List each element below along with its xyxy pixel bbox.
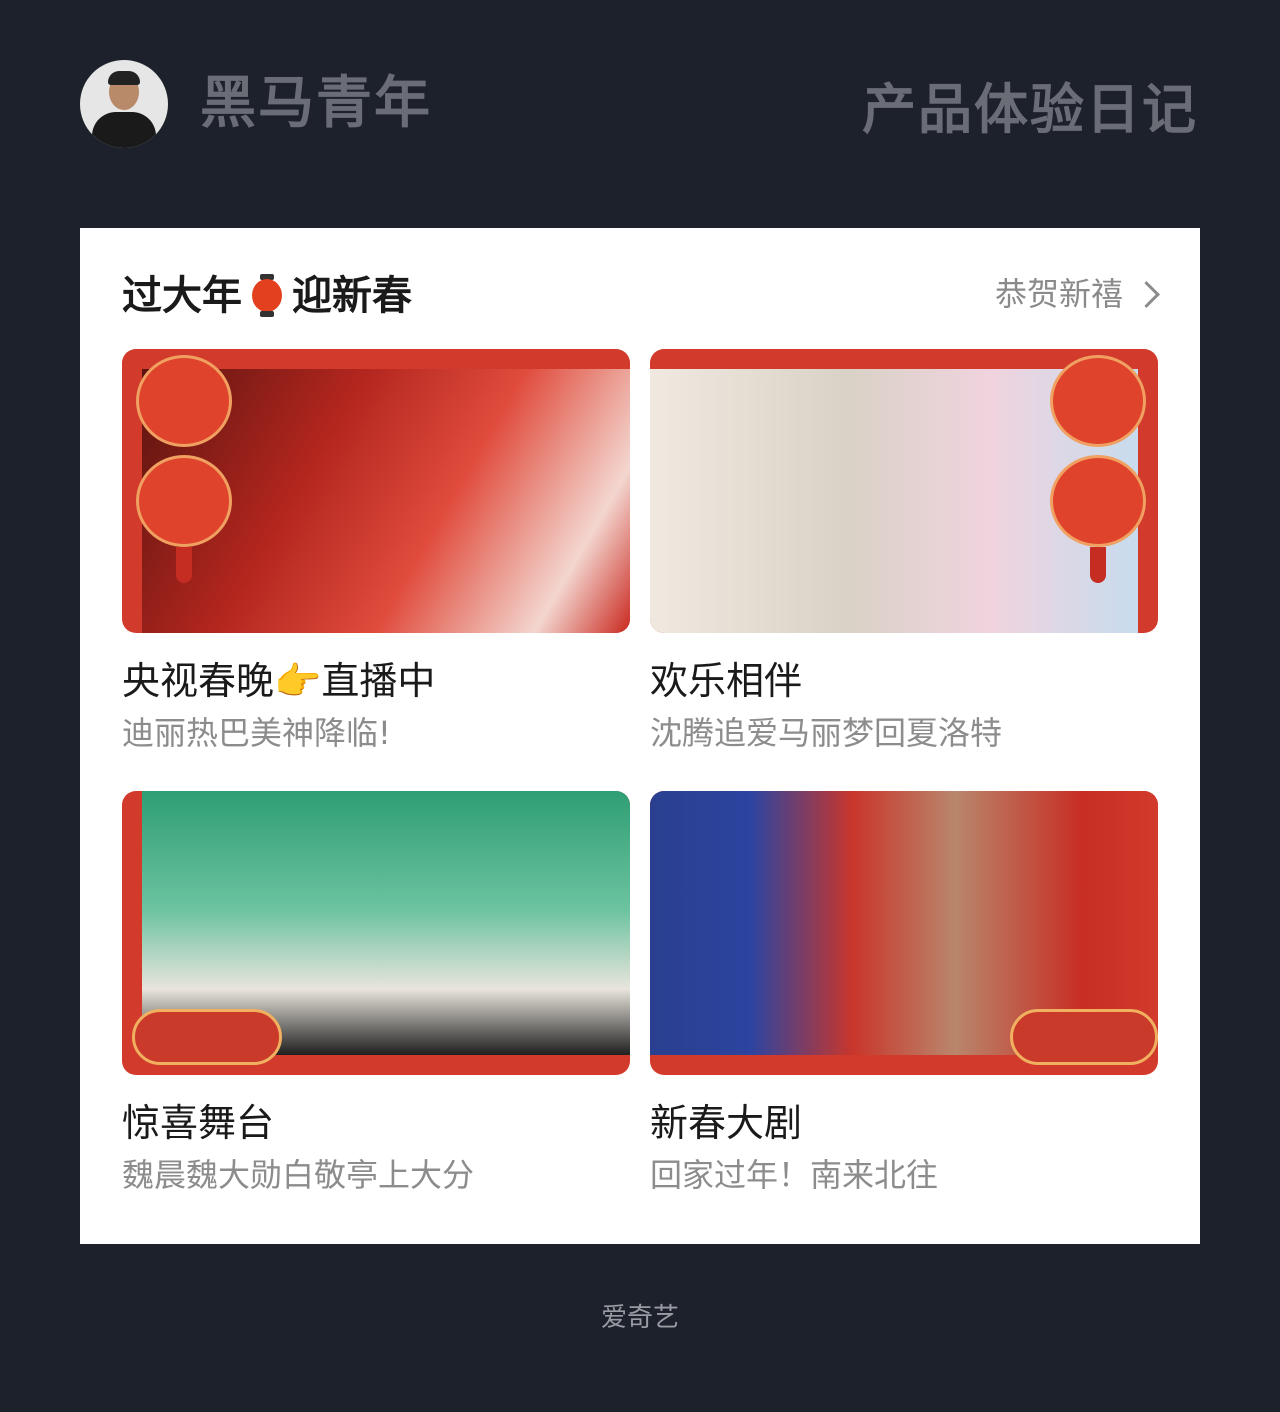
more-link[interactable]: 恭贺新禧 [994,272,1160,316]
tile-subtitle: 回家过年！南来北往 [650,1156,939,1194]
brand-name: 黑马青年 [200,71,432,136]
tile-title: 欢乐相伴 [650,659,803,703]
footer-caption: 爱奇艺 [600,1303,679,1333]
thumbnail-comedy[interactable] [650,349,1158,633]
tile-spring-gala[interactable]: 央视春晚👉直播中 迪丽热巴美神降临! [122,349,630,755]
tile-subtitle: 魏晨魏大勋白敬亭上大分 [122,1156,475,1194]
cloud-decoration [132,1009,282,1065]
cloud-decoration [1010,1009,1158,1065]
section-title: 过大年 迎新春 [122,272,412,320]
lantern-icon [250,274,284,318]
tile-subtitle: 迪丽热巴美神降临! [122,714,391,752]
diary-label: 产品体验日记 [862,78,1198,141]
tile-stage[interactable]: 惊喜舞台 魏晨魏大勋白敬亭上大分 [122,791,630,1197]
header: 黑马青年 产品体验日记 [0,0,1280,200]
avatar-body [92,112,156,148]
tile-title: 央视春晚👉直播中 [122,659,436,703]
avatar-hair [108,71,140,85]
lantern-decoration [1050,355,1146,583]
tile-drama[interactable]: 新春大剧 回家过年！南来北往 [650,791,1158,1197]
tile-subtitle: 沈腾追爱马丽梦回夏洛特 [650,714,1003,752]
more-link-label: 恭贺新禧 [994,275,1123,313]
thumbnail-spring-gala[interactable] [122,349,630,633]
thumbnail-drama[interactable] [650,791,1158,1075]
content-card: 过大年 迎新春 恭贺新禧 央视春晚👉直播中 迪丽热巴美神降临! 欢乐相伴 沈腾追… [80,228,1200,1244]
avatar[interactable] [80,60,168,148]
tile-comedy[interactable]: 欢乐相伴 沈腾追爱马丽梦回夏洛特 [650,349,1158,755]
chevron-right-icon [1133,280,1160,308]
tile-title: 惊喜舞台 [122,1101,275,1145]
section-title-right: 迎新春 [292,273,412,319]
tile-title: 新春大剧 [650,1101,803,1145]
thumbnail-stage[interactable] [122,791,630,1075]
lantern-decoration [136,355,232,583]
section-title-left: 过大年 [122,273,242,319]
